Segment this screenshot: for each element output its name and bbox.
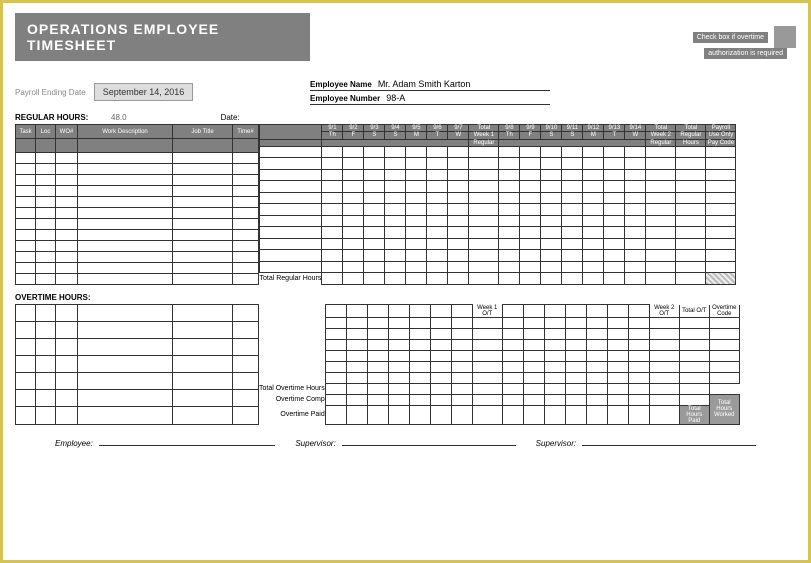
total-ot-header: Total O/T (679, 305, 709, 318)
table-row[interactable] (259, 350, 739, 361)
employee-signature-label: Employee: (55, 439, 93, 448)
table-row[interactable] (259, 328, 739, 339)
week2-ot-header: Week 2 O/T (649, 305, 679, 318)
regular-hours-grid: Task Loc WO# Work Description Job Title … (15, 124, 796, 285)
ot-comp-label: Overtime Comp (259, 394, 325, 405)
col-wo: WO# (56, 125, 78, 139)
total-ot-hours-label: Total Overtime Hours (259, 383, 325, 394)
table-row[interactable] (260, 215, 736, 227)
table-row[interactable] (260, 158, 736, 170)
table-row[interactable] (260, 146, 736, 158)
employee-number-label: Employee Number (310, 94, 380, 103)
overtime-checkbox-label: Check box if overtime (693, 32, 768, 43)
table-row[interactable] (260, 238, 736, 250)
employee-number-value[interactable]: 98-A (386, 93, 405, 103)
col-desc: Work Description (78, 125, 173, 139)
supervisor2-signature-label: Supervisor: (536, 439, 576, 448)
page-title: OPERATIONS EMPLOYEE TIMESHEET (15, 13, 310, 61)
table-row[interactable] (259, 339, 739, 350)
table-row[interactable] (260, 181, 736, 193)
payroll-date-label: Payroll Ending Date (15, 88, 86, 97)
col-job: Job Title (173, 125, 233, 139)
day-header: 9/1 (322, 125, 343, 132)
col-loc: Loc (36, 125, 56, 139)
payroll-date-value[interactable]: September 14, 2016 (94, 83, 194, 101)
total-hours-paid-label: Total Hours Paid (679, 405, 709, 424)
supervisor2-signature-line[interactable] (582, 445, 756, 446)
total-hours-worked-label: Total Hours Worked (709, 394, 739, 424)
supervisor-signature-label: Supervisor: (295, 439, 335, 448)
week1-ot-header: Week 1 O/T (472, 305, 502, 318)
overtime-checkbox[interactable] (774, 26, 796, 48)
ot-paid-label: Overtime Paid (259, 405, 325, 424)
table-row[interactable] (260, 261, 736, 273)
table-row[interactable] (260, 169, 736, 181)
table-row[interactable] (259, 317, 739, 328)
employee-signature-line[interactable] (99, 445, 276, 446)
ot-code-header: Overtime Code (709, 305, 739, 318)
auth-text: authorization is required (704, 48, 787, 59)
table-row[interactable] (260, 192, 736, 204)
employee-name-label: Employee Name (310, 80, 372, 89)
table-row[interactable] (260, 250, 736, 262)
total-regular-hours-label: Total Regular Hours (260, 273, 322, 285)
total-week1-header: Total (469, 125, 499, 132)
table-row[interactable] (259, 361, 739, 372)
regular-hours-label: REGULAR HOURS: (15, 113, 95, 122)
table-row[interactable] (259, 372, 739, 383)
regular-hours-value: 48.0 (111, 113, 127, 122)
table-row[interactable] (260, 227, 736, 239)
col-task: Task (16, 125, 36, 139)
employee-name-value[interactable]: Mr. Adam Smith Karton (378, 79, 471, 89)
total-regular-header: Total (676, 125, 706, 132)
supervisor-signature-line[interactable] (342, 445, 516, 446)
overtime-hours-grid: Week 1 O/TWeek 2 O/TTotal O/TOvertime Co… (15, 304, 796, 425)
table-row[interactable] (260, 204, 736, 216)
date-label: Date: (221, 113, 240, 122)
total-week2-header: Total (646, 125, 676, 132)
overtime-hours-label: OVERTIME HOURS: (15, 293, 95, 302)
col-time: Time# (233, 125, 259, 139)
payroll-header: Payroll (706, 125, 736, 132)
